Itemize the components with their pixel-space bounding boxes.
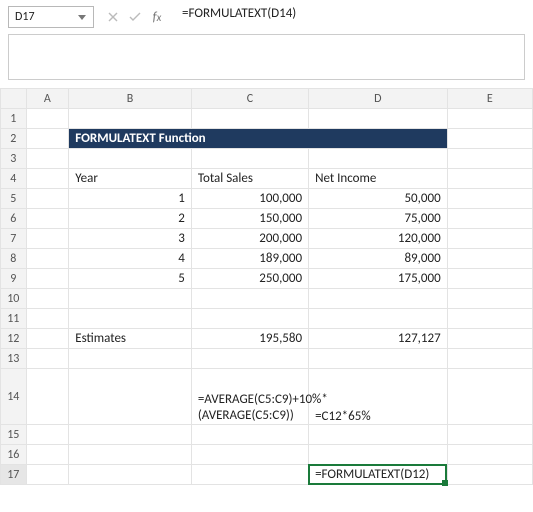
cell-sales[interactable]: 189,000: [192, 251, 308, 266]
cell-sales[interactable]: 250,000: [192, 271, 308, 286]
row-header[interactable]: 7: [1, 229, 27, 249]
col-header-c[interactable]: C: [191, 89, 308, 109]
col-header-b[interactable]: B: [69, 89, 192, 109]
row-header[interactable]: 17: [1, 465, 27, 485]
name-box[interactable]: D17: [8, 6, 94, 28]
header-total-sales: Total Sales: [192, 171, 308, 186]
header-year: Year: [69, 171, 191, 186]
cell-net[interactable]: 75,000: [309, 211, 447, 226]
col-header-a[interactable]: A: [26, 89, 69, 109]
row-header[interactable]: 4: [1, 169, 27, 189]
fx-icon[interactable]: fx: [150, 10, 164, 24]
cancel-formula-icon[interactable]: [106, 10, 120, 24]
row-header[interactable]: 8: [1, 249, 27, 269]
spreadsheet-grid[interactable]: A B C D E 1 2 FORMULATEXT Function 3 4 Y…: [0, 88, 533, 485]
cell-year[interactable]: 2: [69, 211, 191, 226]
name-box-value: D17: [15, 10, 77, 24]
title-banner: FORMULATEXT Function: [69, 129, 446, 148]
cell-year[interactable]: 4: [69, 251, 191, 266]
row-header[interactable]: 10: [1, 289, 27, 309]
cell-sales[interactable]: 100,000: [192, 191, 308, 206]
expanded-formula-bar[interactable]: [8, 34, 525, 80]
cell-formula-c14[interactable]: =AVERAGE(C5:C9)+10%*(AVERAGE(C5:C9)): [192, 392, 308, 425]
row-header[interactable]: 14: [1, 369, 27, 425]
row-header[interactable]: 12: [1, 329, 27, 349]
cell-year[interactable]: 5: [69, 271, 191, 286]
estimates-label: Estimates: [69, 331, 191, 346]
estimates-net[interactable]: 127,127: [309, 331, 447, 346]
row-header[interactable]: 6: [1, 209, 27, 229]
cell-net[interactable]: 89,000: [309, 251, 447, 266]
cell-net[interactable]: 120,000: [309, 231, 447, 246]
cell-sales[interactable]: 200,000: [192, 231, 308, 246]
row-header[interactable]: 3: [1, 149, 27, 169]
row-header[interactable]: 5: [1, 189, 27, 209]
col-header-e[interactable]: E: [447, 89, 532, 109]
row-header[interactable]: 13: [1, 349, 27, 369]
header-net-income: Net Income: [309, 171, 447, 186]
cell-year[interactable]: 1: [69, 191, 191, 206]
accept-formula-icon[interactable]: [128, 10, 142, 24]
select-all-corner[interactable]: [1, 89, 27, 109]
cell-formula-d14[interactable]: =C12*65%: [309, 409, 447, 424]
row-header[interactable]: 2: [1, 129, 27, 149]
cell-net[interactable]: 50,000: [309, 191, 447, 206]
row-header[interactable]: 9: [1, 269, 27, 289]
chevron-down-icon[interactable]: [77, 6, 87, 28]
cell-d17-value[interactable]: =FORMULATEXT(D12): [309, 467, 447, 482]
cell-sales[interactable]: 150,000: [192, 211, 308, 226]
formula-bar-value[interactable]: =FORMULATEXT(D14): [176, 6, 525, 28]
cell-year[interactable]: 3: [69, 231, 191, 246]
row-header[interactable]: 15: [1, 425, 27, 445]
col-header-d[interactable]: D: [309, 89, 448, 109]
cell-net[interactable]: 175,000: [309, 271, 447, 286]
row-header[interactable]: 11: [1, 309, 27, 329]
estimates-sales[interactable]: 195,580: [192, 331, 308, 346]
row-header[interactable]: 16: [1, 445, 27, 465]
row-header[interactable]: 1: [1, 109, 27, 129]
